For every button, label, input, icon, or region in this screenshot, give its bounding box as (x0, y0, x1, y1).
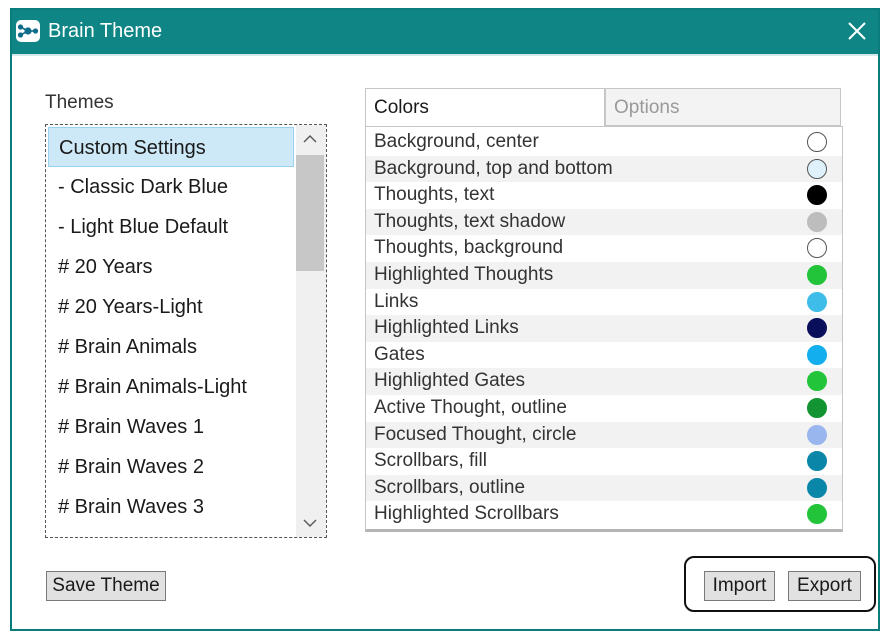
color-label: Highlighted Scrollbars (374, 503, 559, 525)
color-swatch[interactable] (807, 211, 827, 232)
color-label: Thoughts, text (374, 184, 495, 206)
theme-item-classic-dark-blue[interactable]: - Classic Dark Blue (48, 167, 294, 207)
color-row-thoughts-background[interactable]: Thoughts, background (366, 235, 842, 262)
scrollbar-thumb[interactable] (296, 155, 324, 271)
window-title: Brain Theme (48, 20, 163, 42)
tab-strip: Colors Options (365, 88, 841, 126)
theme-item-brain-waves-1[interactable]: # Brain Waves 1 (48, 407, 294, 447)
color-label: Background, top and bottom (374, 157, 613, 179)
color-label: Scrollbars, outline (374, 476, 526, 498)
color-row-highlighted-links[interactable]: Highlighted Links (366, 315, 842, 342)
color-row-background-center[interactable]: Background, center (366, 129, 842, 156)
theme-item-brain-animals[interactable]: # Brain Animals (48, 327, 294, 367)
color-row-gates[interactable]: Gates (366, 342, 842, 369)
title-bar[interactable]: Brain Theme (12, 10, 878, 54)
color-label: Highlighted Thoughts (374, 264, 554, 285)
color-row-highlighted-thoughts[interactable]: Highlighted Thoughts (366, 262, 842, 289)
color-label: Highlighted Links (374, 317, 519, 339)
save-theme-button[interactable]: Save Theme (46, 571, 166, 601)
colors-list: Background, center Background, top and b… (365, 126, 843, 532)
close-icon[interactable] (842, 16, 872, 46)
brain-logo-icon (16, 20, 40, 42)
scroll-up-arrow-icon[interactable] (303, 131, 317, 149)
color-row-active-thought-outline[interactable]: Active Thought, outline (366, 395, 842, 422)
dialog-body: Themes Custom Settings - Classic Dark Bl… (12, 54, 878, 629)
color-row-highlighted-gates[interactable]: Highlighted Gates (366, 368, 842, 395)
color-swatch[interactable] (807, 344, 827, 365)
color-row-highlighted-scrollbars[interactable]: Highlighted Scrollbars (366, 501, 842, 528)
color-label: Background, center (374, 131, 539, 152)
themes-label: Themes (45, 92, 114, 113)
color-swatch[interactable] (807, 398, 827, 418)
export-button[interactable]: Export (788, 571, 861, 601)
scroll-down-arrow-icon[interactable] (303, 515, 317, 533)
color-swatch[interactable] (807, 291, 827, 312)
color-label: Gates (374, 343, 425, 365)
color-row-thoughts-text[interactable]: Thoughts, text (366, 182, 842, 209)
color-label: Thoughts, background (374, 237, 564, 259)
theme-list[interactable]: Custom Settings - Classic Dark Blue - Li… (45, 124, 327, 538)
tab-options[interactable]: Options (605, 88, 841, 126)
color-swatch[interactable] (807, 318, 827, 339)
color-label: Highlighted Gates (374, 370, 526, 392)
tab-colors[interactable]: Colors (365, 88, 605, 126)
theme-list-scrollbar[interactable] (296, 125, 326, 537)
color-label: Links (374, 290, 419, 312)
theme-item-brain-waves-2[interactable]: # Brain Waves 2 (48, 447, 294, 487)
color-swatch[interactable] (807, 504, 827, 525)
color-label: Active Thought, outline (374, 397, 567, 418)
brain-theme-dialog: Brain Theme Themes Custom Settings - Cla… (10, 8, 880, 631)
theme-item-20-years[interactable]: # 20 Years (48, 247, 294, 287)
color-swatch[interactable] (807, 424, 827, 445)
color-swatch[interactable] (807, 185, 827, 206)
theme-item-brain-waves-3[interactable]: # Brain Waves 3 (48, 487, 294, 527)
color-label: Scrollbars, fill (374, 450, 487, 472)
color-row-focused-thought-circle[interactable]: Focused Thought, circle (366, 421, 842, 449)
color-swatch[interactable] (807, 158, 827, 179)
color-row-links[interactable]: Links (366, 289, 842, 316)
color-swatch[interactable] (807, 265, 827, 285)
color-swatch[interactable] (807, 371, 827, 392)
theme-item-custom-settings[interactable]: Custom Settings (48, 127, 294, 167)
color-row-background-top-bottom[interactable]: Background, top and bottom (366, 155, 842, 183)
color-label: Focused Thought, circle (374, 423, 577, 445)
import-button[interactable]: Import (704, 571, 775, 601)
color-row-scrollbars-fill[interactable]: Scrollbars, fill (366, 448, 842, 475)
color-swatch[interactable] (807, 477, 827, 498)
color-row-thoughts-text-shadow[interactable]: Thoughts, text shadow (366, 208, 842, 236)
color-label: Thoughts, text shadow (374, 210, 566, 232)
theme-item-light-blue-default[interactable]: - Light Blue Default (48, 207, 294, 247)
color-swatch[interactable] (807, 238, 827, 259)
theme-item-20-years-light[interactable]: # 20 Years-Light (48, 287, 294, 327)
color-swatch[interactable] (807, 451, 827, 472)
theme-item-brain-animals-light[interactable]: # Brain Animals-Light (48, 367, 294, 407)
color-swatch[interactable] (807, 132, 827, 152)
color-row-scrollbars-outline[interactable]: Scrollbars, outline (366, 474, 842, 502)
